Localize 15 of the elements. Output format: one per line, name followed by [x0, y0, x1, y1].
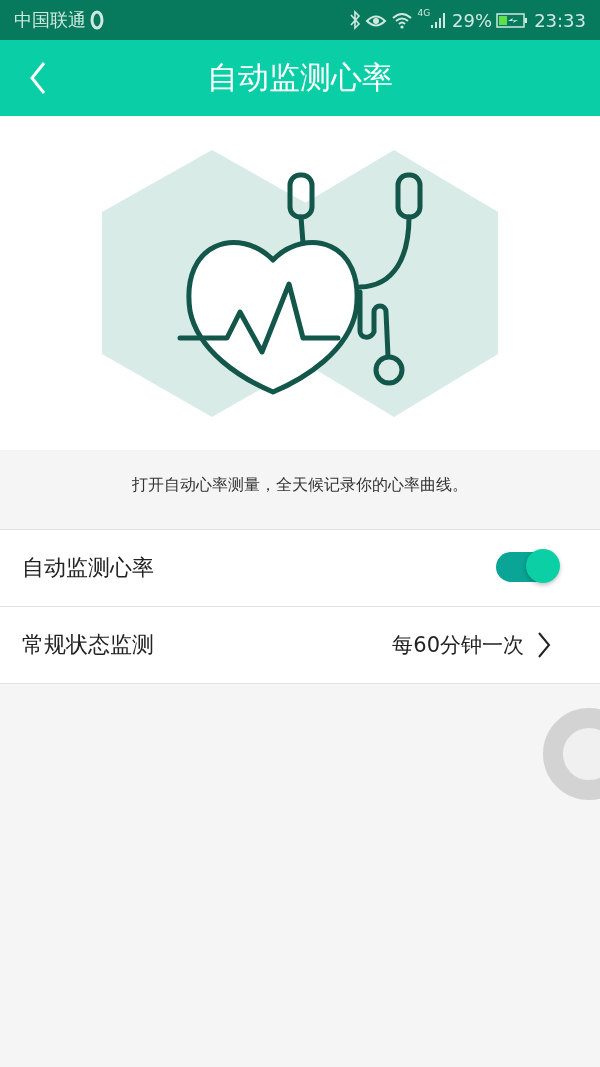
- page-title: 自动监测心率: [207, 58, 393, 97]
- clock-time: 23:33: [534, 9, 586, 31]
- setting-label: 自动监测心率: [22, 554, 155, 582]
- setting-value: 每60分钟一次: [392, 632, 524, 659]
- battery-icon: [496, 10, 529, 30]
- battery-percent: 29%: [452, 9, 493, 31]
- app-notification-icon: [90, 10, 104, 30]
- network-type: 4G: [417, 8, 431, 18]
- chevron-right-icon: [536, 631, 552, 659]
- back-chevron-icon: [28, 60, 48, 96]
- setting-label: 常规状态监测: [22, 631, 155, 659]
- wifi-icon: [391, 10, 414, 30]
- bluetooth-icon: [349, 10, 362, 30]
- carrier-name: 中国联通: [14, 8, 86, 32]
- back-button[interactable]: [28, 60, 48, 96]
